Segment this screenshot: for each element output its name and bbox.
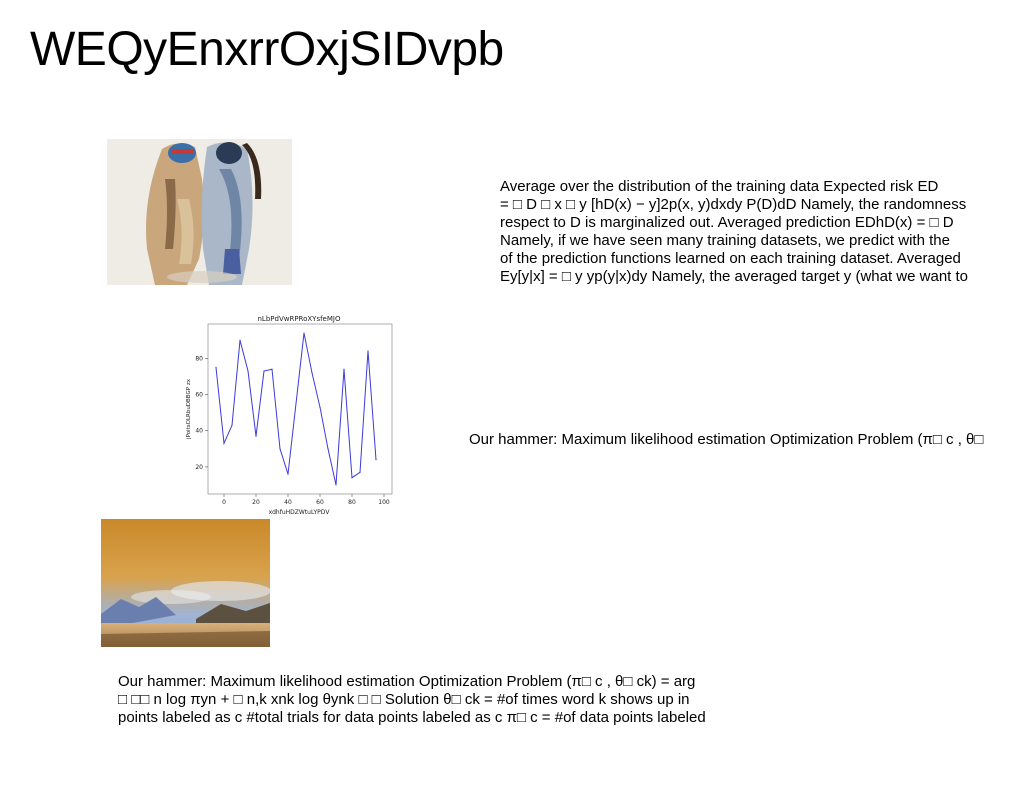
x-axis-label: xdhfuHDZWtuLYPDV bbox=[269, 509, 331, 516]
data-point bbox=[351, 477, 353, 479]
x-axis-ticks: 0 20 40 60 80 100 bbox=[222, 494, 390, 506]
data-point bbox=[215, 366, 217, 369]
data-point bbox=[375, 459, 377, 461]
data-point bbox=[271, 368, 273, 370]
x-tick-label: 0 bbox=[222, 499, 226, 506]
text-line: = □ D □ x □ y [hD(x) − y]2p(x, y)dxdy P(… bbox=[500, 196, 967, 213]
y-tick-label: 20 bbox=[195, 464, 203, 471]
text-line: respect to D is marginalized out. Averag… bbox=[500, 214, 954, 231]
data-point bbox=[223, 442, 225, 444]
text-line: Namely, if we have seen many training da… bbox=[500, 232, 950, 249]
x-tick-label: 80 bbox=[348, 499, 356, 506]
x-tick-label: 20 bbox=[252, 499, 260, 506]
data-point bbox=[255, 435, 257, 437]
series-points bbox=[215, 332, 377, 486]
chart-title: nLbPdVwRPRoXYsfeMJO bbox=[258, 315, 341, 323]
data-point bbox=[319, 406, 321, 408]
line-chart-svg: nLbPdVwRPRoXYsfeMJO 0 20 40 60 80 100 20 40 60 8… bbox=[186, 315, 393, 516]
text-line: Our hammer: Maximum likelihood estimatio… bbox=[118, 673, 696, 690]
line-chart: nLbPdVwRPRoXYsfeMJO 0 20 40 60 80 100 20 40 60 8… bbox=[180, 310, 400, 520]
data-point bbox=[367, 350, 369, 352]
landscape-photo-illustration bbox=[101, 519, 270, 647]
x-tick-label: 40 bbox=[284, 499, 292, 506]
text-line: Ey[y|x] = □ y yp(y|x)dy Namely, the aver… bbox=[500, 268, 969, 285]
text-line: of the prediction functions learned on e… bbox=[500, 250, 961, 267]
data-point bbox=[279, 448, 281, 450]
text-line: Average over the distribution of the tra… bbox=[500, 178, 939, 195]
data-point bbox=[231, 424, 233, 426]
y-tick-label: 80 bbox=[195, 355, 203, 362]
fashion-photo bbox=[107, 139, 292, 285]
text-line: Our hammer: Maximum likelihood estimatio… bbox=[469, 431, 984, 448]
x-tick-label: 100 bbox=[378, 499, 390, 506]
text-block-hammer-short: Our hammer: Maximum likelihood estimatio… bbox=[469, 431, 983, 449]
data-point bbox=[263, 370, 265, 372]
data-point bbox=[311, 372, 313, 374]
data-point bbox=[335, 484, 337, 486]
data-point bbox=[343, 368, 345, 370]
page-title: WEQyEnxrrOxjSIDvpb bbox=[30, 23, 504, 76]
data-point bbox=[327, 448, 329, 450]
y-axis-label: jPoitsOLRbuDBBGP zx bbox=[186, 378, 192, 440]
y-tick-label: 60 bbox=[195, 392, 203, 399]
series-line bbox=[215, 332, 377, 486]
text-line: points labeled as c #total trials for da… bbox=[118, 709, 706, 726]
data-point bbox=[359, 471, 361, 473]
data-point bbox=[247, 370, 249, 372]
data-point bbox=[239, 339, 241, 341]
data-point bbox=[287, 473, 289, 475]
y-axis-ticks: 20 40 60 80 bbox=[195, 355, 208, 471]
y-tick-label: 40 bbox=[195, 428, 203, 435]
text-block-risk: Average over the distribution of the tra… bbox=[500, 178, 968, 286]
x-tick-label: 60 bbox=[316, 499, 324, 506]
landscape-photo bbox=[101, 519, 270, 647]
data-point bbox=[303, 332, 305, 334]
text-line: □ □□ n log πyn + □ n,k xnk log θynk □ □ … bbox=[118, 691, 690, 708]
text-block-hammer: Our hammer: Maximum likelihood estimatio… bbox=[118, 673, 706, 727]
fashion-photo-illustration bbox=[107, 139, 292, 285]
